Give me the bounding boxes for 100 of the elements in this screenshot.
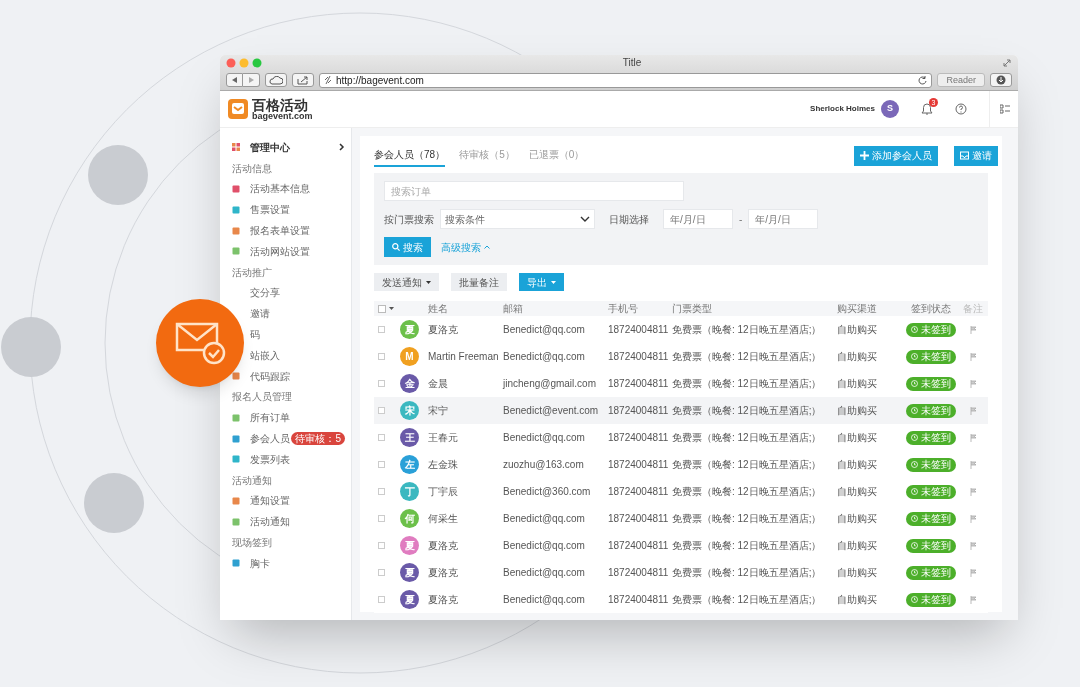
avatar: 夏 bbox=[400, 563, 419, 582]
pending-badge: 待审核：5 bbox=[291, 432, 345, 446]
table-cell-text: 自助购买 bbox=[837, 404, 878, 418]
table-cell-text: 自助购买 bbox=[837, 350, 878, 364]
table-cell-text: jincheng@gmail.com bbox=[503, 377, 597, 391]
user-avatar[interactable]: S bbox=[881, 100, 899, 118]
sidebar-item[interactable]: 参会人员 bbox=[250, 431, 292, 447]
sidebar-item[interactable]: 代码跟踪 bbox=[250, 368, 345, 384]
sidebar-item[interactable]: 发票列表 bbox=[250, 451, 345, 467]
sidebar-item[interactable]: 报名表单设置 bbox=[250, 223, 345, 239]
row-checkbox[interactable] bbox=[378, 407, 385, 414]
flag-icon bbox=[970, 595, 977, 604]
sidebar-item[interactable]: 活动通知 bbox=[250, 514, 345, 530]
sidebar-group-title: 活动信息 bbox=[232, 161, 272, 176]
caret-down-icon bbox=[389, 307, 394, 310]
status-badge: 未签到 bbox=[906, 511, 956, 526]
table-cell-text: 免费票（晚餐: 12日晚五星酒店;） bbox=[672, 377, 823, 391]
date-field[interactable]: 年/月/日 bbox=[663, 209, 733, 229]
table-cell-text: 免费票（晚餐: 12日晚五星酒店;） bbox=[672, 512, 823, 526]
row-checkbox[interactable] bbox=[378, 488, 385, 495]
table-cell-text: Benedict@qq.com bbox=[503, 512, 586, 526]
window-controls-icon bbox=[226, 57, 262, 68]
sidebar-item[interactable]: 邀请 bbox=[250, 306, 345, 322]
sidebar-item[interactable]: 活动网站设置 bbox=[250, 243, 345, 259]
table-cell-text: 18724004811 bbox=[608, 539, 670, 553]
sidebar-header[interactable]: 管理中心 bbox=[250, 139, 339, 155]
table-cell-text: 夏洛克 bbox=[428, 539, 459, 553]
status-badge: 未签到 bbox=[906, 349, 956, 364]
cloud-icon bbox=[269, 75, 283, 85]
row-checkbox[interactable] bbox=[378, 515, 385, 522]
sidebar-item[interactable]: 码 bbox=[250, 327, 345, 343]
table-cell-text: 18724004811 bbox=[608, 323, 670, 337]
row-checkbox[interactable] bbox=[378, 569, 385, 576]
back-icon bbox=[231, 77, 238, 83]
status-badge: 未签到 bbox=[906, 403, 956, 418]
tab[interactable]: 参会人员（78） bbox=[374, 144, 446, 167]
avatar: 王 bbox=[400, 428, 419, 447]
row-checkbox[interactable] bbox=[378, 353, 385, 360]
row-checkbox[interactable] bbox=[378, 380, 385, 387]
avatar: 左 bbox=[400, 455, 419, 474]
table-cell-text: 免费票（晚餐: 12日晚五星酒店;） bbox=[672, 458, 823, 472]
row-checkbox[interactable] bbox=[378, 596, 385, 603]
sidebar-item[interactable]: 通知设置 bbox=[250, 493, 345, 509]
status-badge: 未签到 bbox=[906, 457, 956, 472]
plus-icon bbox=[860, 151, 869, 160]
address-field[interactable]: http://bagevent.com bbox=[319, 72, 933, 88]
sidebar-item[interactable]: 交分享 bbox=[250, 285, 345, 301]
table-cell-text: Benedict@360.com bbox=[503, 485, 592, 499]
select-all-checkbox[interactable] bbox=[378, 304, 386, 313]
sidebar-item[interactable]: 售票设置 bbox=[250, 202, 345, 218]
sidebar-group-title: 活动推广 bbox=[232, 265, 272, 280]
flag-icon bbox=[970, 433, 977, 442]
flag-icon bbox=[970, 379, 977, 388]
flag-icon bbox=[970, 568, 977, 577]
sidebar-item[interactable]: 胸卡 bbox=[250, 555, 345, 571]
row-checkbox[interactable] bbox=[378, 434, 385, 441]
sidebar-item[interactable]: 站嵌入 bbox=[250, 347, 345, 363]
back-button[interactable] bbox=[226, 73, 243, 87]
link-icon bbox=[324, 75, 332, 85]
cloud-button[interactable] bbox=[265, 73, 287, 87]
status-badge: 未签到 bbox=[906, 565, 956, 580]
table-cell-text: 左金珠 bbox=[428, 458, 459, 472]
clock-icon bbox=[911, 380, 918, 387]
help-icon bbox=[955, 103, 967, 115]
flag-icon bbox=[970, 406, 977, 415]
table-cell-text: 免费票（晚餐: 12日晚五星酒店;） bbox=[672, 539, 823, 553]
table-row[interactable]: 宋 宋宁 Benedict@event.com 18724004811 免费票（晚餐: 12日晚五星酒店;） 自助购买 未签到 bbox=[374, 397, 988, 424]
column-header: 签到状态 bbox=[910, 302, 952, 316]
column-header: 手机号 bbox=[608, 302, 639, 316]
table-cell-text: 何采生 bbox=[428, 512, 459, 526]
row-checkbox[interactable] bbox=[378, 461, 385, 468]
forward-button[interactable] bbox=[243, 73, 260, 87]
table-cell-text: 免费票（晚餐: 12日晚五星酒店;） bbox=[672, 485, 823, 499]
flag-icon bbox=[970, 541, 977, 550]
download-button[interactable] bbox=[990, 73, 1012, 87]
caret-down-icon bbox=[426, 280, 431, 284]
table-cell-text: 自助购买 bbox=[837, 566, 878, 580]
ticket-select[interactable]: 搜索条件 bbox=[440, 209, 595, 229]
share-button[interactable] bbox=[292, 73, 314, 87]
logo-domain: bagevent.com bbox=[252, 111, 313, 121]
grid-menu-icon bbox=[1000, 104, 1010, 114]
resize-icon bbox=[1002, 57, 1012, 68]
table-cell-text: 免费票（晚餐: 12日晚五星酒店;） bbox=[672, 431, 823, 445]
table-cell-text: Benedict@event.com bbox=[503, 404, 600, 418]
column-header: 邮箱 bbox=[503, 302, 524, 316]
reader-button[interactable]: Reader bbox=[937, 73, 985, 87]
flag-icon bbox=[970, 487, 977, 496]
row-checkbox[interactable] bbox=[378, 542, 385, 549]
photo-placeholder bbox=[84, 473, 144, 533]
table-cell-text: 宋宁 bbox=[428, 404, 449, 418]
date-field[interactable]: 年/月/日 bbox=[748, 209, 819, 229]
logo-icon bbox=[228, 99, 248, 119]
sidebar-item[interactable]: 所有订单 bbox=[250, 410, 345, 426]
search-orders-field[interactable]: 搜索订单 bbox=[384, 181, 684, 201]
table-cell-text: Benedict@qq.com bbox=[503, 431, 586, 445]
column-header: 姓名 bbox=[428, 302, 449, 316]
row-checkbox[interactable] bbox=[378, 326, 385, 333]
toolbar-button[interactable]: 批量备注 bbox=[451, 273, 507, 291]
toolbar-button[interactable]: 发送通知 bbox=[374, 273, 439, 291]
sidebar-item[interactable]: 活动基本信息 bbox=[250, 181, 345, 197]
